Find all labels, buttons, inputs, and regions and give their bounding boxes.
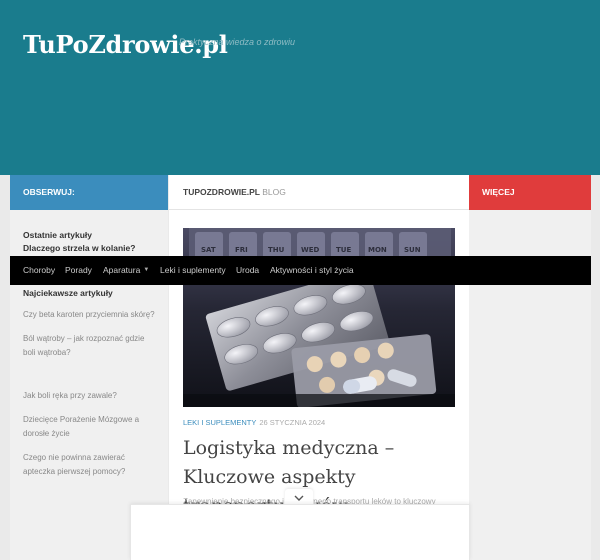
svg-text:MON: MON	[368, 246, 387, 254]
nav-item-leki[interactable]: Leki i suplementy	[160, 256, 226, 285]
nav-item-uroda[interactable]: Uroda	[236, 256, 259, 285]
nav-item-aparatura-label: Aparatura	[103, 265, 141, 275]
popular-article-link[interactable]: Dziecięce Porażenie Mózgowe a dorosłe ży…	[23, 413, 158, 440]
caret-down-icon: ▼	[143, 267, 150, 274]
post-category-link[interactable]: LEKI I SUPLEMENTY	[183, 418, 256, 427]
svg-text:WED: WED	[301, 246, 320, 254]
blog-heading: TUPOZDROWIE.PL BLOG	[169, 175, 469, 210]
recent-articles-heading: Ostatnie artykuły	[23, 230, 92, 240]
nav-item-aparatura[interactable]: Aparatura ▼	[103, 256, 149, 285]
follow-heading: OBSERWUJ:	[10, 175, 168, 210]
ad-banner[interactable]	[130, 504, 470, 560]
post-meta: LEKI I SUPLEMENTY 26 STYCZNIA 2024	[183, 418, 325, 427]
nav-item-choroby[interactable]: Choroby	[23, 256, 55, 285]
svg-text:TUE: TUE	[336, 246, 351, 254]
main-nav: Choroby Porady Aparatura ▼ Leki i supleme…	[10, 256, 591, 285]
nav-item-porady[interactable]: Porady	[65, 256, 92, 285]
popular-article-link[interactable]: Czego nie powinna zawierać apteczka pier…	[23, 451, 158, 478]
svg-text:THU: THU	[268, 246, 285, 254]
popular-article-link[interactable]: Jak boli ręka przy zawale?	[23, 389, 158, 403]
svg-text:SAT: SAT	[201, 246, 216, 254]
popular-article-link[interactable]: Ból wątroby – jak rozpoznać gdzie boli w…	[23, 332, 158, 359]
pills-photo-image: SAT FRI THU WED TUE MON SUN	[183, 228, 455, 407]
site-header: TuPoZdrowie.pl Praktyczna wiedza o zdrow…	[0, 0, 600, 175]
chevron-down-icon	[294, 495, 304, 501]
nav-item-aktywnosci[interactable]: Aktywności i styl życia	[270, 256, 354, 285]
post-date: 26 STYCZNIA 2024	[259, 418, 326, 427]
site-tagline: Praktyczna wiedza o zdrowiu	[179, 37, 296, 47]
recent-article-link[interactable]: Dlaczego strzela w kolanie?	[23, 243, 135, 253]
svg-text:FRI: FRI	[235, 246, 248, 254]
popular-article-link[interactable]: Czy beta karoten przyciemnia skórę?	[23, 308, 158, 322]
ad-collapse-button[interactable]	[285, 489, 313, 505]
blog-heading-site: TUPOZDROWIE.PL	[183, 187, 260, 197]
svg-text:SUN: SUN	[404, 246, 421, 254]
post-thumbnail[interactable]: SAT FRI THU WED TUE MON SUN	[183, 228, 455, 407]
more-heading[interactable]: WIĘCEJ	[469, 175, 591, 210]
blog-heading-sub: BLOG	[262, 187, 286, 197]
popular-articles-heading: Najciekawsze artykuły	[23, 288, 113, 298]
